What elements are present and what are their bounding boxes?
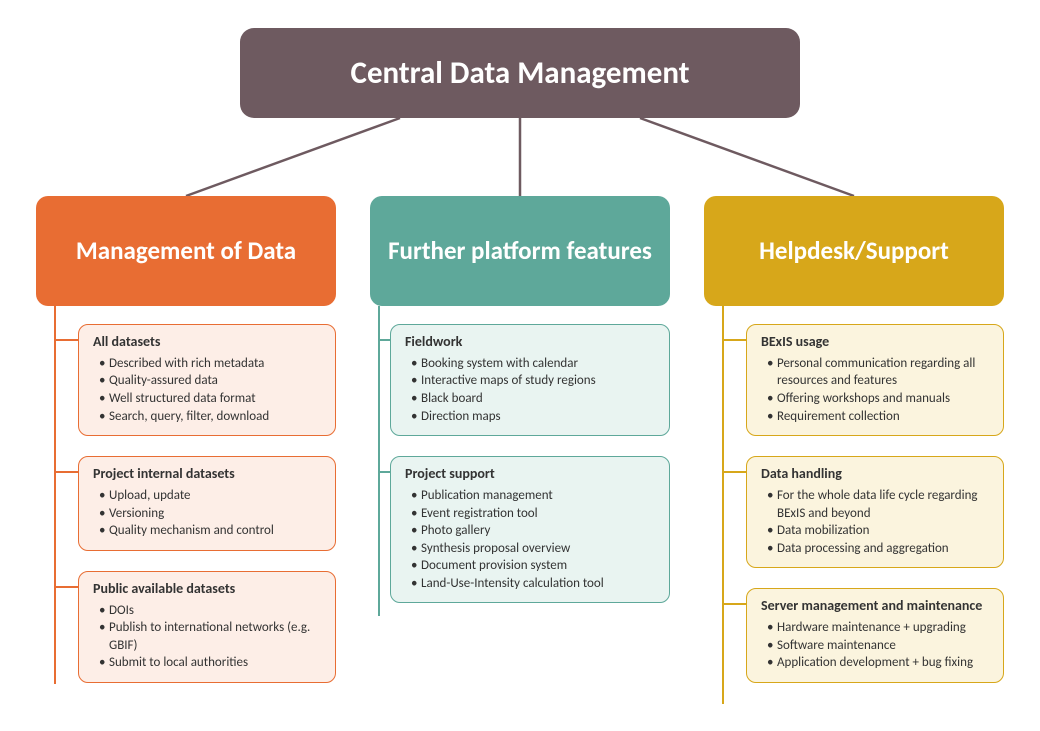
list-item: Land-Use-Intensity calculation tool bbox=[411, 575, 657, 593]
card-items: DOIs Publish to international networks (… bbox=[93, 602, 323, 672]
card-server-maintenance: Server management and maintenance Hardwa… bbox=[746, 588, 1004, 683]
card-list: BExIS usage Personal communication regar… bbox=[704, 324, 1004, 683]
column-helpdesk-support: Helpdesk/Support BExIS usage Personal co… bbox=[704, 196, 1004, 703]
list-item: Data mobilization bbox=[767, 522, 991, 540]
list-item: Described with rich metadata bbox=[99, 355, 323, 373]
category-title: Management of Data bbox=[76, 236, 296, 266]
card-items: Publication management Event registratio… bbox=[405, 487, 657, 592]
list-item: Application development + bug fixing bbox=[767, 654, 991, 672]
card-items: Upload, update Versioning Quality mechan… bbox=[93, 487, 323, 540]
list-item: Synthesis proposal overview bbox=[411, 540, 657, 558]
list-item: Software maintenance bbox=[767, 637, 991, 655]
card-items: Described with rich metadata Quality-ass… bbox=[93, 355, 323, 425]
list-item: Publication management bbox=[411, 487, 657, 505]
list-item: Quality mechanism and control bbox=[99, 522, 323, 540]
category-box-features: Further platform features bbox=[370, 196, 670, 306]
list-item: Offering workshops and manuals bbox=[767, 390, 991, 408]
list-item: DOIs bbox=[99, 602, 323, 620]
card-title: Public available datasets bbox=[93, 580, 323, 599]
card-items: Booking system with calendar Interactive… bbox=[405, 355, 657, 425]
card-title: All datasets bbox=[93, 333, 323, 352]
card-fieldwork: Fieldwork Booking system with calendar I… bbox=[390, 324, 670, 436]
card-items: For the whole data life cycle regarding … bbox=[761, 487, 991, 557]
list-item: Direction maps bbox=[411, 408, 657, 426]
card-data-handling: Data handling For the whole data life cy… bbox=[746, 456, 1004, 568]
card-items: Hardware maintenance + upgrading Softwar… bbox=[761, 619, 991, 672]
category-box-management: Management of Data bbox=[36, 196, 336, 306]
list-item: Requirement collection bbox=[767, 408, 991, 426]
list-item: For the whole data life cycle regarding … bbox=[767, 487, 991, 522]
card-bexis-usage: BExIS usage Personal communication regar… bbox=[746, 324, 1004, 436]
card-title: BExIS usage bbox=[761, 333, 991, 352]
card-title: Project support bbox=[405, 465, 657, 484]
vertical-connector bbox=[54, 306, 56, 684]
list-item: Hardware maintenance + upgrading bbox=[767, 619, 991, 637]
card-items: Personal communication regarding all res… bbox=[761, 355, 991, 425]
card-list: All datasets Described with rich metadat… bbox=[36, 324, 336, 683]
column-management-of-data: Management of Data All datasets Describe… bbox=[36, 196, 336, 703]
list-item: Submit to local authorities bbox=[99, 654, 323, 672]
list-item: Versioning bbox=[99, 505, 323, 523]
list-item: Interactive maps of study regions bbox=[411, 372, 657, 390]
list-item: Personal communication regarding all res… bbox=[767, 355, 991, 390]
list-item: Quality-assured data bbox=[99, 372, 323, 390]
category-box-helpdesk: Helpdesk/Support bbox=[704, 196, 1004, 306]
list-item: Photo gallery bbox=[411, 522, 657, 540]
list-item: Publish to international networks (e.g. … bbox=[99, 619, 323, 654]
vertical-connector bbox=[722, 306, 724, 704]
card-project-internal: Project internal datasets Upload, update… bbox=[78, 456, 336, 551]
card-project-support: Project support Publication management E… bbox=[390, 456, 670, 603]
list-item: Data processing and aggregation bbox=[767, 540, 991, 558]
root-title: Central Data Management bbox=[351, 54, 690, 92]
card-title: Project internal datasets bbox=[93, 465, 323, 484]
card-title: Data handling bbox=[761, 465, 991, 484]
card-all-datasets: All datasets Described with rich metadat… bbox=[78, 324, 336, 436]
card-list: Fieldwork Booking system with calendar I… bbox=[370, 324, 670, 603]
card-public-datasets: Public available datasets DOIs Publish t… bbox=[78, 571, 336, 683]
list-item: Booking system with calendar bbox=[411, 355, 657, 373]
list-item: Document provision system bbox=[411, 557, 657, 575]
card-title: Server management and maintenance bbox=[761, 597, 991, 616]
list-item: Search, query, filter, download bbox=[99, 408, 323, 426]
list-item: Event registration tool bbox=[411, 505, 657, 523]
list-item: Upload, update bbox=[99, 487, 323, 505]
vertical-connector bbox=[378, 306, 380, 616]
column-platform-features: Further platform features Fieldwork Book… bbox=[370, 196, 670, 623]
list-item: Black board bbox=[411, 390, 657, 408]
category-title: Helpdesk/Support bbox=[759, 236, 949, 266]
list-item: Well structured data format bbox=[99, 390, 323, 408]
card-title: Fieldwork bbox=[405, 333, 657, 352]
category-title: Further platform features bbox=[388, 236, 652, 266]
root-node: Central Data Management bbox=[240, 28, 800, 118]
